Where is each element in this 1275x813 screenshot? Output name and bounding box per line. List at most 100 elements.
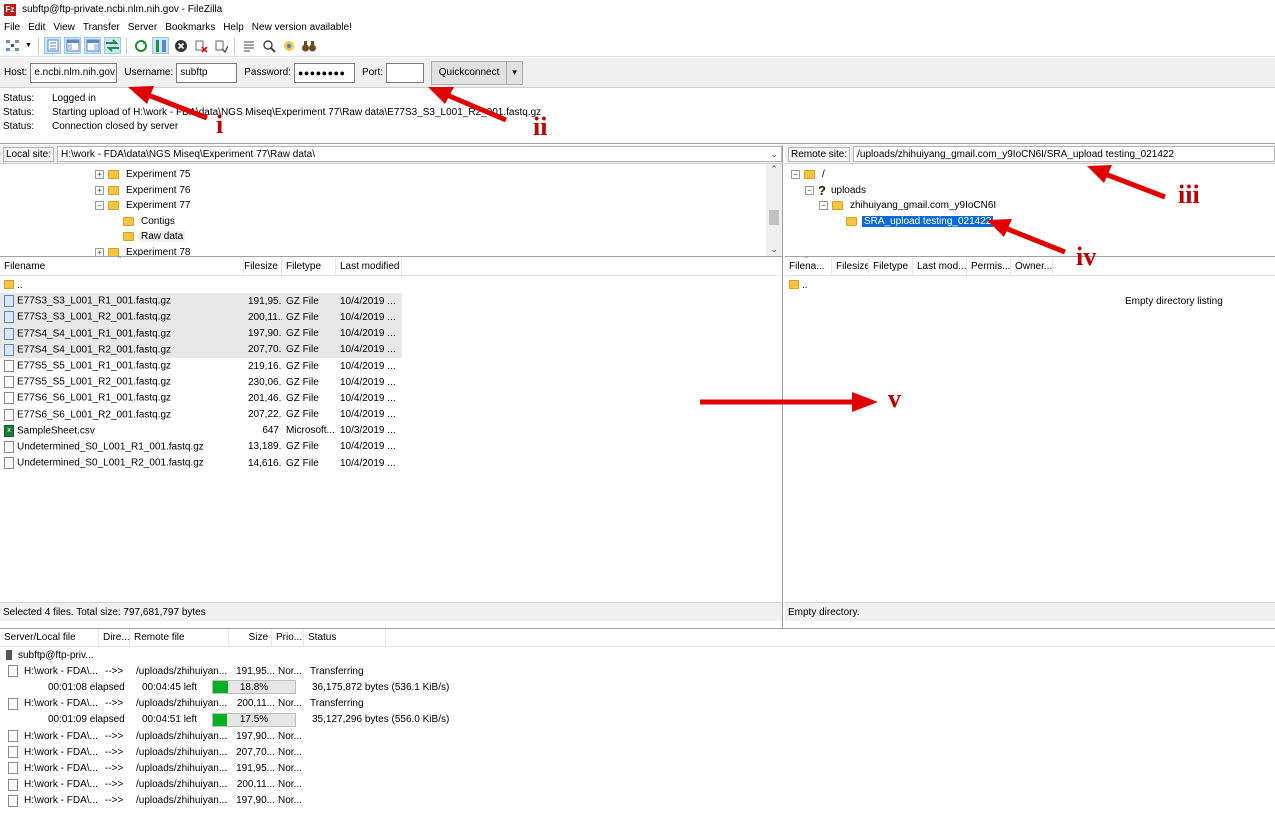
tree-item[interactable]: + Experiment 76 bbox=[0, 183, 782, 199]
collapse-icon[interactable]: − bbox=[95, 201, 104, 211]
queue-row[interactable]: H:\work - FDA\... -->> /uploads/zhihuiya… bbox=[0, 663, 1275, 679]
menu-edit[interactable]: Edit bbox=[28, 22, 45, 33]
column-remote-file[interactable]: Remote file bbox=[130, 629, 229, 646]
column-last-modified[interactable]: Last mod... bbox=[913, 258, 967, 275]
menu-file[interactable]: File bbox=[4, 22, 20, 33]
compare-icon[interactable] bbox=[260, 37, 277, 54]
remote-site-label: Remote site: bbox=[788, 146, 851, 162]
column-status[interactable]: Status bbox=[304, 629, 386, 646]
file-row[interactable]: x SampleSheet.csv 647 Microsoft... 10/3/2… bbox=[0, 423, 402, 439]
file-row[interactable]: E77S5_S5_L001_R2_001.fastq.gz 230,06... … bbox=[0, 374, 402, 390]
collapse-icon[interactable]: − bbox=[791, 170, 800, 180]
menu-transfer[interactable]: Transfer bbox=[83, 22, 120, 33]
file-row[interactable]: E77S3_S3_L001_R1_001.fastq.gz 191,95... … bbox=[0, 293, 402, 310]
file-row-parent[interactable]: .. bbox=[0, 277, 402, 293]
quickconnect-dropdown-icon[interactable]: ▼ bbox=[507, 60, 524, 85]
local-site-path-input[interactable]: H:\work - FDA\data\NGS Miseq\Experiment … bbox=[57, 146, 782, 162]
queue-row[interactable]: H:\work - FDA\... -->> /uploads/zhihuiya… bbox=[0, 728, 1275, 744]
host-input[interactable]: e.ncbi.nlm.nih.gov bbox=[30, 62, 118, 83]
unknown-folder-icon: ? bbox=[818, 182, 826, 198]
collapse-icon[interactable]: − bbox=[805, 185, 814, 195]
queue-row[interactable]: H:\work - FDA\... -->> /uploads/zhihuiya… bbox=[0, 793, 1275, 809]
file-row[interactable]: E77S3_S3_L001_R2_001.fastq.gz 200,11... … bbox=[0, 309, 402, 326]
menu-server[interactable]: Server bbox=[128, 22, 157, 33]
reconnect-icon[interactable] bbox=[212, 37, 229, 54]
queue-progress-row: 00:01:08 elapsed 00:04:45 left 18.8% 36,… bbox=[0, 679, 1275, 695]
expand-icon[interactable]: + bbox=[95, 185, 104, 195]
file-row[interactable]: E77S6_S6_L001_R1_001.fastq.gz 201,46... … bbox=[0, 390, 402, 406]
menu-bookmarks[interactable]: Bookmarks bbox=[165, 22, 215, 33]
sync-browse-icon[interactable] bbox=[280, 37, 297, 54]
column-direction[interactable]: Dire... bbox=[99, 629, 130, 646]
tree-item[interactable]: + Experiment 75 bbox=[0, 167, 782, 183]
filter-icon[interactable] bbox=[240, 37, 257, 54]
column-last-modified[interactable]: Last modified bbox=[336, 258, 402, 275]
site-manager-icon[interactable] bbox=[4, 37, 21, 54]
scrollbar-thumb[interactable] bbox=[769, 210, 779, 225]
file-icon bbox=[8, 730, 18, 743]
tree-item-selected[interactable]: SRA_upload testing_021422 bbox=[785, 214, 1275, 230]
file-row[interactable]: E77S5_S5_L001_R1_001.fastq.gz 219,16... … bbox=[0, 358, 402, 374]
file-type: GZ File bbox=[286, 376, 319, 388]
column-owner[interactable]: Owner... bbox=[1011, 258, 1053, 275]
file-row[interactable]: E77S4_S4_L001_R2_001.fastq.gz 207,70... … bbox=[0, 341, 402, 358]
queue-direction: -->> bbox=[105, 762, 124, 774]
expand-icon[interactable]: + bbox=[95, 247, 104, 256]
password-input[interactable]: ●●●●●●●● bbox=[293, 62, 355, 83]
menu-new-version[interactable]: New version available! bbox=[252, 22, 352, 33]
process-queue-icon[interactable] bbox=[152, 37, 169, 54]
username-input[interactable]: subftp bbox=[176, 62, 238, 83]
quickconnect-button[interactable]: Quickconnect bbox=[431, 60, 508, 85]
find-icon[interactable] bbox=[300, 37, 317, 54]
queue-row[interactable]: H:\work - FDA\... -->> /uploads/zhihuiya… bbox=[0, 744, 1275, 760]
column-filesize[interactable]: Filesize bbox=[244, 258, 282, 275]
file-size: 201,46... bbox=[248, 392, 282, 404]
toggle-local-tree-icon[interactable] bbox=[64, 37, 81, 54]
tree-item[interactable]: − / bbox=[785, 167, 1275, 183]
file-row[interactable]: E77S4_S4_L001_R1_001.fastq.gz 197,90... … bbox=[0, 325, 402, 342]
port-input[interactable] bbox=[386, 62, 425, 83]
refresh-icon[interactable] bbox=[132, 37, 149, 54]
dropdown-icon[interactable]: ▼ bbox=[24, 37, 33, 54]
queue-row[interactable]: H:\work - FDA\... -->> /uploads/zhihuiya… bbox=[0, 777, 1275, 793]
file-row[interactable]: Undetermined_S0_L001_R2_001.fastq.gz 14,… bbox=[0, 455, 402, 471]
menu-view[interactable]: View bbox=[53, 22, 75, 33]
column-filesize[interactable]: Filesize bbox=[832, 258, 869, 275]
tree-item[interactable]: Contigs bbox=[0, 214, 782, 230]
tree-item[interactable]: − zhihuiyang_gmail.com_y9IoCN6I bbox=[785, 198, 1275, 214]
transfer-bytes: 36,175,872 bytes (536.1 KiB/s) bbox=[312, 681, 450, 693]
log-message: Logged in bbox=[52, 92, 96, 104]
tree-item[interactable]: − ? uploads bbox=[785, 183, 1275, 199]
file-row[interactable]: E77S6_S6_L001_R2_001.fastq.gz 207,22... … bbox=[0, 407, 402, 423]
chevron-down-icon[interactable]: ⌄ bbox=[770, 149, 778, 160]
disconnect-icon[interactable] bbox=[192, 37, 209, 54]
tree-item[interactable]: Raw data bbox=[0, 229, 782, 245]
column-priority[interactable]: Prio... bbox=[272, 629, 304, 646]
column-permissions[interactable]: Permis... bbox=[967, 258, 1011, 275]
cancel-icon[interactable] bbox=[172, 37, 189, 54]
scroll-up-icon[interactable]: ⌃ bbox=[766, 164, 782, 175]
toolbar: ▼ bbox=[0, 35, 1275, 57]
column-size[interactable]: Size bbox=[229, 629, 272, 646]
tree-item[interactable]: − Experiment 77 bbox=[0, 198, 782, 214]
queue-row[interactable]: H:\work - FDA\... -->> /uploads/zhihuiya… bbox=[0, 760, 1275, 776]
column-filetype[interactable]: Filetype bbox=[869, 258, 913, 275]
collapse-icon[interactable]: − bbox=[819, 201, 828, 211]
menu-help[interactable]: Help bbox=[223, 22, 244, 33]
column-filetype[interactable]: Filetype bbox=[282, 258, 336, 275]
toggle-queue-icon[interactable] bbox=[104, 37, 121, 54]
expand-icon[interactable]: + bbox=[95, 170, 104, 180]
file-row-parent[interactable]: .. bbox=[785, 277, 1275, 293]
queue-row[interactable]: H:\work - FDA\... -->> /uploads/zhihuiya… bbox=[0, 696, 1275, 712]
file-size: 230,06... bbox=[248, 376, 282, 388]
toggle-log-icon[interactable] bbox=[44, 37, 61, 54]
toggle-remote-tree-icon[interactable] bbox=[84, 37, 101, 54]
queue-size: 200,11... bbox=[236, 779, 275, 791]
queue-server-row[interactable]: subftp@ftp-priv... bbox=[0, 647, 1275, 663]
scroll-down-icon[interactable]: ⌄ bbox=[766, 244, 782, 255]
column-local-file[interactable]: Server/Local file bbox=[0, 629, 99, 646]
file-row[interactable]: Undetermined_S0_L001_R1_001.fastq.gz 13,… bbox=[0, 439, 402, 455]
remote-site-path-input[interactable]: /uploads/zhihuiyang_gmail.com_y9IoCN6I/S… bbox=[853, 146, 1275, 162]
local-tree-scrollbar[interactable]: ⌃ ⌄ bbox=[766, 164, 782, 256]
local-site-path-text: H:\work - FDA\data\NGS Miseq\Experiment … bbox=[61, 148, 316, 160]
